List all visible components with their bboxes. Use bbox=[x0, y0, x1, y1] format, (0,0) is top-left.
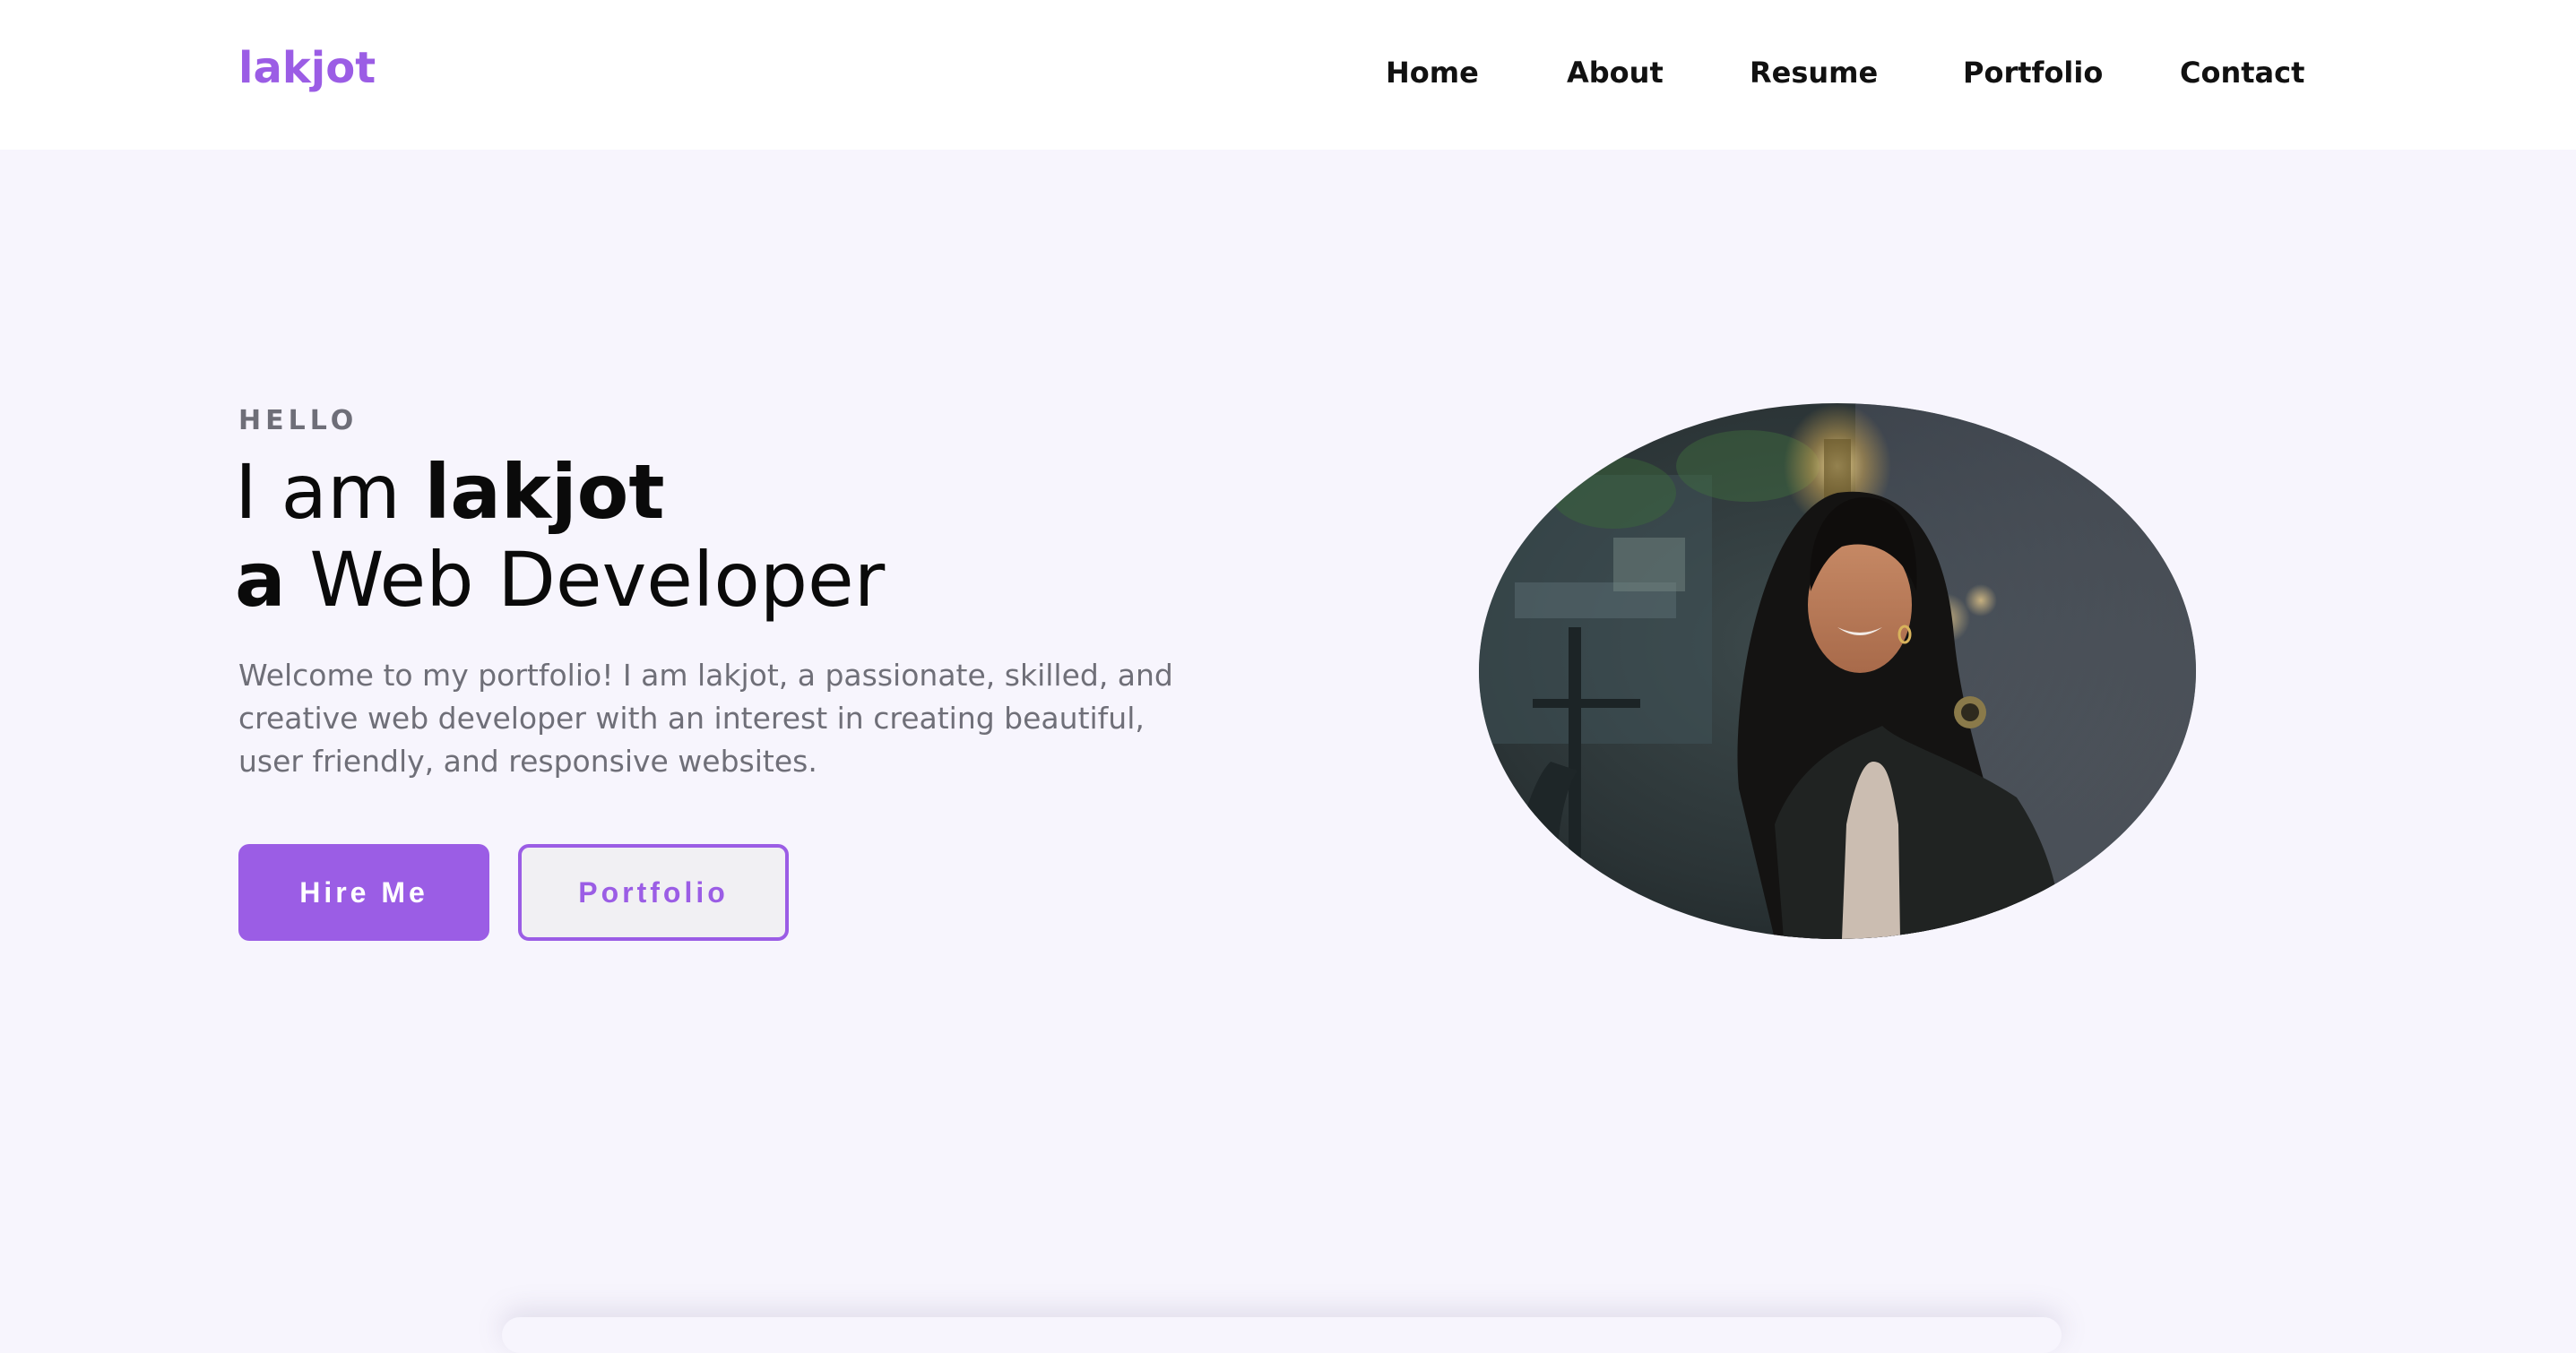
headline-role: Web Developer bbox=[285, 536, 886, 624]
profile-photo bbox=[1479, 403, 2196, 939]
nav-home[interactable]: Home bbox=[1386, 56, 1479, 90]
portfolio-button[interactable]: Portfolio bbox=[518, 844, 789, 941]
headline-line-1: I am lakjot bbox=[235, 448, 885, 536]
profile-photo-image bbox=[1479, 403, 2196, 939]
headline-article: a bbox=[235, 536, 286, 624]
nav-portfolio[interactable]: Portfolio bbox=[1963, 56, 2103, 90]
nav-contact[interactable]: Contact bbox=[2180, 56, 2304, 90]
headline-line-2: a Web Developer bbox=[235, 536, 885, 624]
section-divider-card bbox=[502, 1317, 2062, 1353]
navbar: lakjot Home About Resume Portfolio Conta… bbox=[0, 0, 2576, 150]
logo-link[interactable]: lakjot bbox=[238, 43, 376, 93]
hero-description: Welcome to my portfolio! I am lakjot, a … bbox=[238, 658, 1173, 779]
hero-headline: I am lakjot a Web Developer bbox=[235, 448, 885, 624]
hero-eyebrow: HELLO bbox=[238, 405, 359, 436]
headline-name: lakjot bbox=[424, 448, 665, 536]
headline-prefix: I am bbox=[235, 448, 425, 536]
nav-resume[interactable]: Resume bbox=[1750, 56, 1878, 90]
hire-me-button[interactable]: Hire Me bbox=[238, 844, 489, 941]
nav-about[interactable]: About bbox=[1567, 56, 1664, 90]
